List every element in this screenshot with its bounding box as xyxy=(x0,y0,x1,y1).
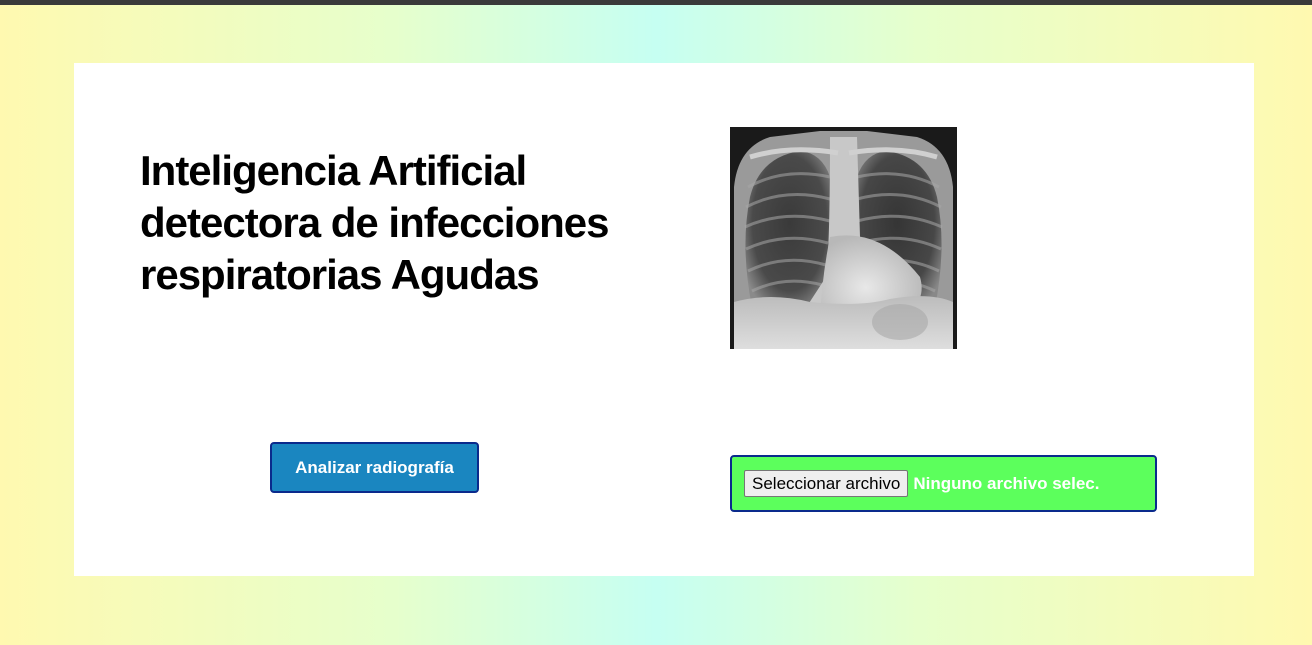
title-line-1: Inteligencia Artificial xyxy=(140,147,527,194)
page-title: Inteligencia Artificial detectora de inf… xyxy=(140,145,660,301)
file-upload-box: Seleccionar archivo Ninguno archivo sele… xyxy=(730,455,1157,512)
chest-xray-image xyxy=(730,127,957,349)
file-status-text: Ninguno archivo selec. xyxy=(913,473,1100,493)
main-card: Inteligencia Artificial detectora de inf… xyxy=(74,63,1254,576)
top-bar xyxy=(0,0,1312,5)
title-line-2: detectora de infecciones xyxy=(140,199,609,246)
select-file-button[interactable]: Seleccionar archivo xyxy=(744,470,909,497)
analyze-xray-button[interactable]: Analizar radiografía xyxy=(270,442,479,493)
title-line-3: respiratorias Agudas xyxy=(140,251,540,298)
